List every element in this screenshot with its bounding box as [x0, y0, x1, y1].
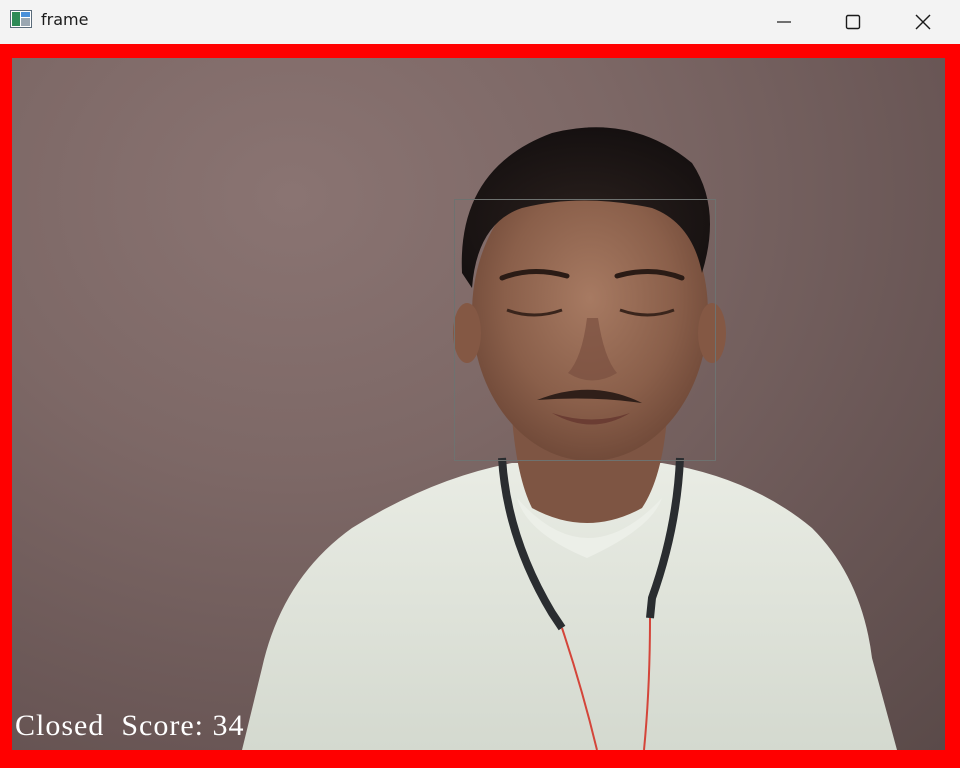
eye-status-label: Closed	[15, 709, 105, 742]
close-icon	[915, 14, 931, 30]
score-label: Score:	[121, 709, 204, 742]
app-window: frame Closed Score: 34	[0, 0, 960, 768]
face-detection-box	[454, 199, 716, 461]
minimize-icon	[777, 21, 791, 23]
maximize-icon	[845, 14, 861, 30]
close-button[interactable]	[888, 0, 958, 44]
maximize-button[interactable]	[818, 0, 888, 44]
camera-feed: Closed Score: 34	[12, 58, 945, 750]
title-bar[interactable]: frame	[0, 0, 960, 44]
status-overlay: Closed Score: 34	[15, 710, 244, 742]
minimize-button[interactable]	[749, 0, 819, 44]
window-title: frame	[41, 10, 89, 29]
app-icon	[10, 10, 32, 28]
score-value: 34	[212, 709, 245, 742]
video-frame-border: Closed Score: 34	[0, 44, 960, 768]
